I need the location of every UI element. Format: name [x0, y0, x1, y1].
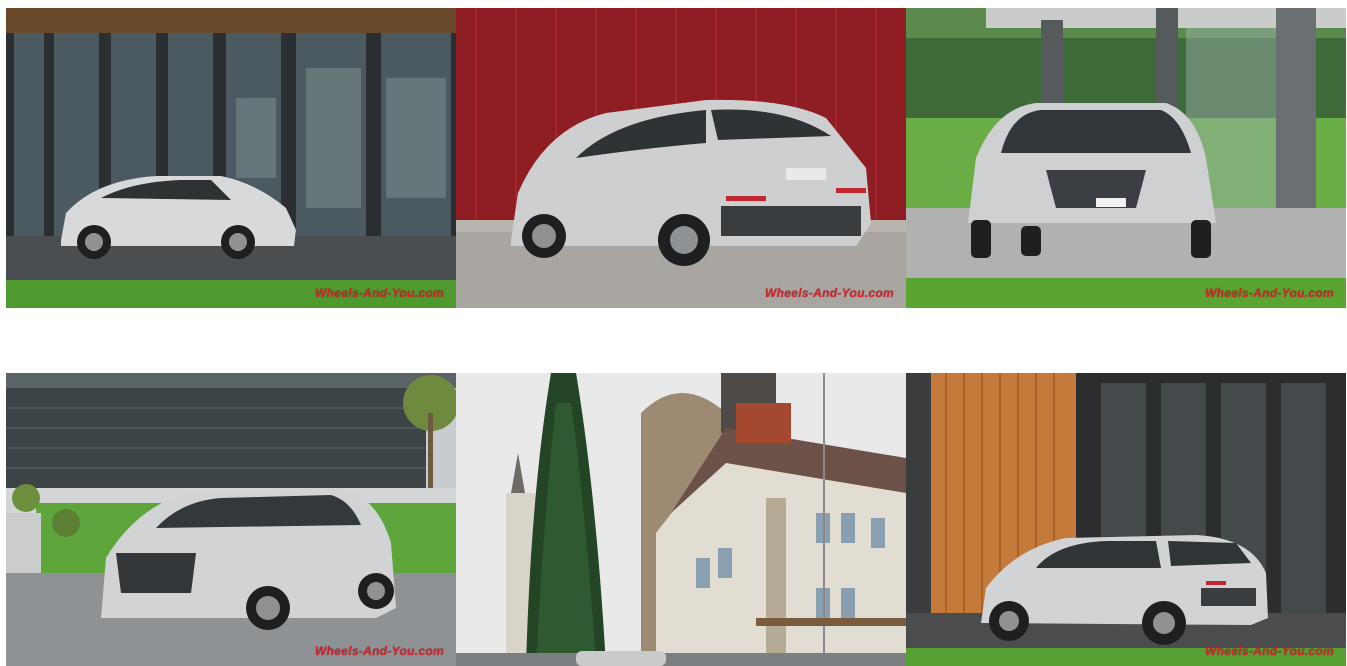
gallery-photo-3[interactable]: Wheels-And-You.com — [906, 8, 1346, 308]
suv-rear-wood-facade-image — [906, 373, 1346, 666]
gallery-photo-5[interactable] — [456, 373, 906, 666]
watermark-label: Wheels-And-You.com — [1205, 644, 1334, 658]
watermark-label: Wheels-And-You.com — [315, 286, 444, 300]
gallery-photo-4[interactable]: Wheels-And-You.com — [6, 373, 456, 666]
suv-front-pavilion-image — [906, 8, 1346, 308]
gallery-photo-6[interactable]: Wheels-And-You.com — [906, 373, 1346, 666]
suv-side-glass-building-image — [6, 8, 456, 308]
suv-front-modern-building-image — [6, 373, 456, 666]
gallery-photo-1[interactable]: Wheels-And-You.com — [6, 8, 456, 308]
watermark-label: Wheels-And-You.com — [765, 286, 894, 300]
gallery-photo-2[interactable]: Wheels-And-You.com — [456, 8, 906, 308]
suv-rear-red-wall-image — [456, 8, 906, 308]
photo-gallery: Wheels-And-You.com Wheels-And-You.com Wh… — [0, 0, 1347, 666]
watermark-label: Wheels-And-You.com — [1205, 286, 1334, 300]
castle-church-street-image — [456, 373, 906, 666]
watermark-label: Wheels-And-You.com — [315, 644, 444, 658]
